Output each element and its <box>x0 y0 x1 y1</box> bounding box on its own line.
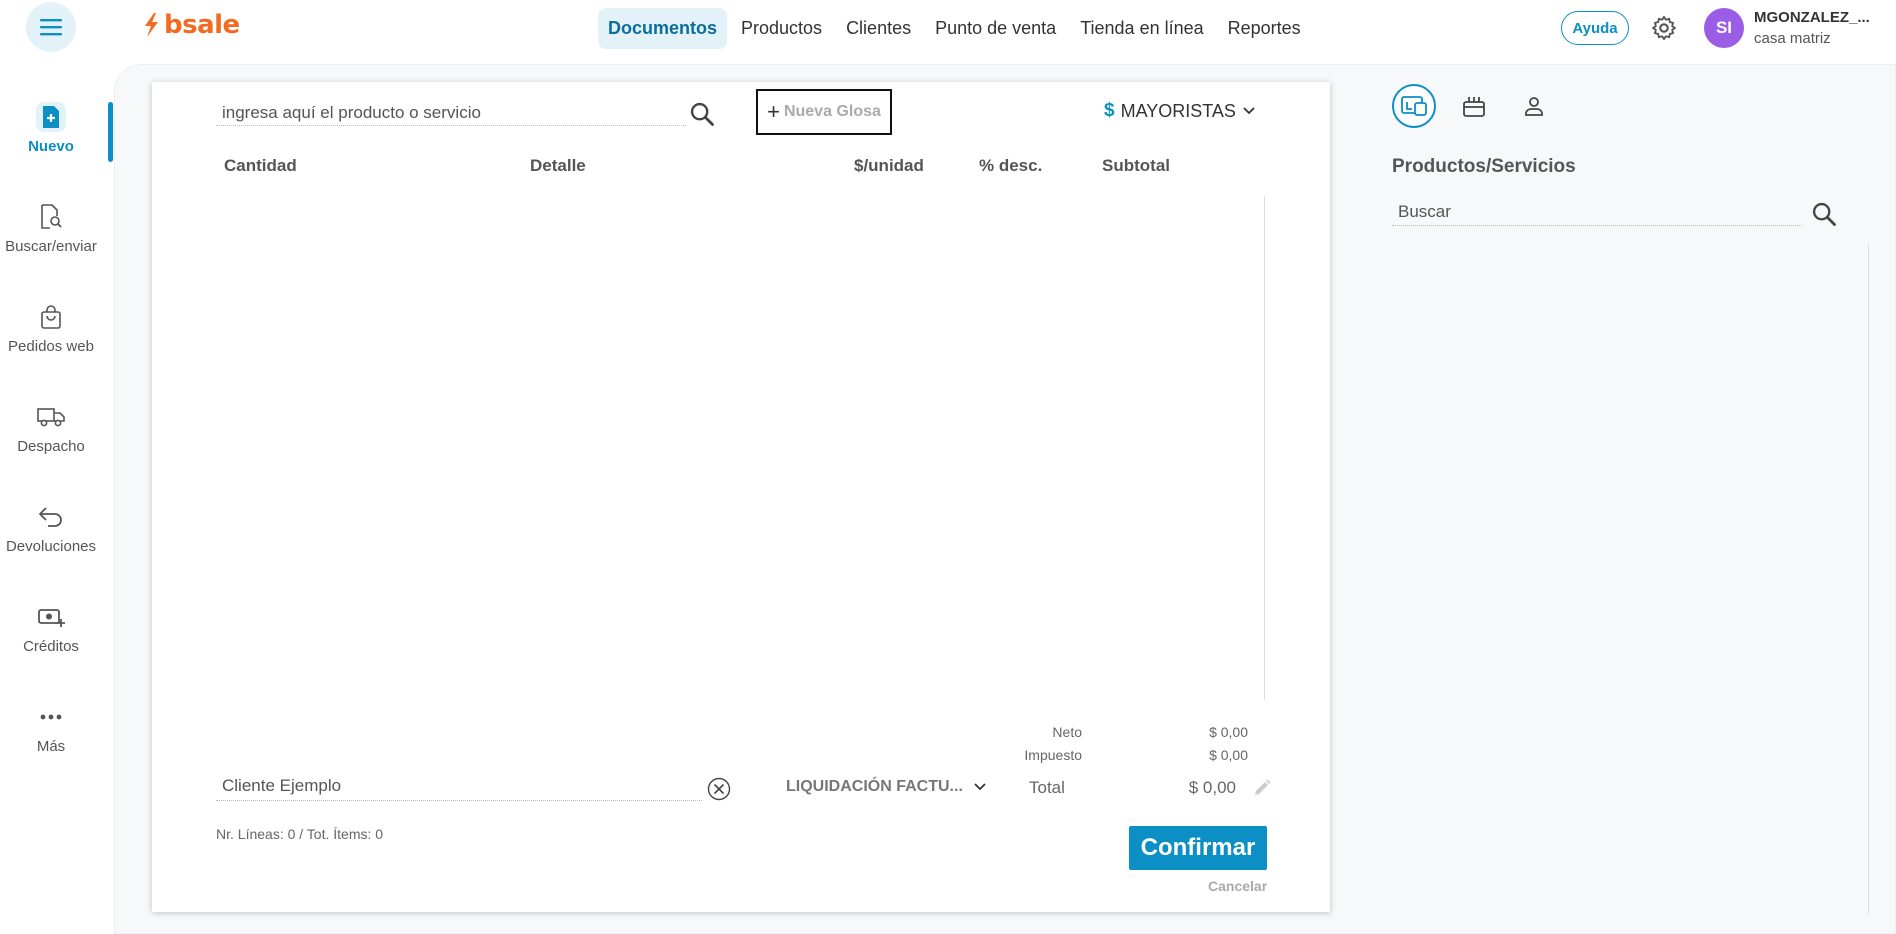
product-catalog-icon <box>1401 96 1427 116</box>
neto-label: Neto <box>1052 724 1082 740</box>
nav-clientes[interactable]: Clientes <box>836 8 921 49</box>
total-value: $ 0,00 <box>1188 778 1236 797</box>
nav-reportes[interactable]: Reportes <box>1218 8 1311 49</box>
line-count: Nr. Líneas: 0 / Tot. Ítems: 0 <box>216 826 384 842</box>
price-list-label: MAYORISTAS <box>1120 100 1236 121</box>
impuesto-label: Impuesto <box>1024 747 1082 763</box>
gear-icon[interactable] <box>1650 14 1678 42</box>
column-header-cantidad: Cantidad <box>224 156 297 175</box>
tab-promotions[interactable] <box>1452 84 1496 128</box>
dollar-icon: $ <box>1104 100 1115 121</box>
sidebar-item-label: Devoluciones <box>5 538 97 555</box>
confirm-button[interactable]: Confirmar <box>1129 826 1267 870</box>
help-button[interactable]: Ayuda <box>1561 11 1629 45</box>
hamburger-icon <box>40 19 62 36</box>
products-search-input[interactable]: Buscar <box>1392 202 1802 226</box>
cancel-link[interactable]: Cancelar <box>1208 878 1267 894</box>
document-type-selector[interactable]: LIQUIDACIÓN FACTU... <box>786 778 987 796</box>
new-gloss-label: Nueva Glosa <box>783 103 881 120</box>
price-list-selector[interactable]: $ MAYORISTAS <box>1104 100 1256 122</box>
brand-logo[interactable]: bsale <box>142 10 240 40</box>
sidebar-item-buscar-enviar[interactable]: Buscar/enviar <box>0 202 102 255</box>
search-document-icon <box>41 204 62 229</box>
pencil-icon[interactable] <box>1252 778 1272 798</box>
sidebar-item-label: Créditos <box>23 638 79 655</box>
sidebar-item-pedidos-web[interactable]: Pedidos web <box>0 302 102 355</box>
shopping-bag-icon <box>41 305 61 329</box>
impuesto-value: $ 0,00 <box>1209 747 1248 763</box>
neto-value: $ 0,00 <box>1209 724 1248 740</box>
return-arrow-icon <box>39 507 62 527</box>
new-gloss-button[interactable]: + Nueva Glosa <box>756 89 892 135</box>
sidebar-item-despacho[interactable]: Despacho <box>0 402 102 455</box>
tab-client[interactable] <box>1512 84 1556 128</box>
client-input[interactable]: Cliente Ejemplo <box>216 776 702 801</box>
nav-productos[interactable]: Productos <box>731 8 832 49</box>
more-dots-icon <box>40 714 62 720</box>
bolt-logo-icon <box>145 13 158 37</box>
search-icon[interactable] <box>1810 200 1838 228</box>
gift-box-icon <box>1463 97 1485 117</box>
sidebar-item-devoluciones[interactable]: Devoluciones <box>0 502 102 555</box>
sidebar-item-label: Buscar/enviar <box>5 238 97 255</box>
products-panel-scrollbar[interactable] <box>1868 244 1869 914</box>
nav-punto-de-venta[interactable]: Punto de venta <box>925 8 1066 49</box>
logo-text: bsale <box>164 10 240 40</box>
nav-tienda-en-linea[interactable]: Tienda en línea <box>1070 8 1213 49</box>
nav-documentos[interactable]: Documentos <box>598 8 728 49</box>
search-icon[interactable] <box>688 100 716 128</box>
sidebar-active-indicator <box>108 102 113 162</box>
column-header-detalle: Detalle <box>530 156 586 175</box>
hamburger-menu-button[interactable] <box>26 2 76 52</box>
sidebar-item-nuevo[interactable]: Nuevo <box>0 102 102 155</box>
column-header-discount: % desc. <box>979 156 1043 175</box>
product-search-input[interactable]: ingresa aquí el producto o servicio <box>216 102 686 126</box>
person-icon <box>1525 97 1543 116</box>
cash-plus-icon <box>38 609 65 627</box>
document-type-label: LIQUIDACIÓN FACTU... <box>786 778 963 795</box>
new-document-icon <box>43 106 59 128</box>
sidebar-item-label: Más <box>36 738 66 755</box>
user-name[interactable]: MGONZALEZ_... <box>1754 9 1870 26</box>
truck-icon <box>37 408 65 427</box>
user-branch: casa matriz <box>1754 30 1831 47</box>
sidebar-item-mas[interactable]: Más <box>0 702 102 755</box>
top-bar: bsale Documentos Productos Clientes Punt… <box>0 0 1896 56</box>
chevron-down-icon <box>1243 107 1255 115</box>
sidebar-item-label: Despacho <box>17 438 85 455</box>
main-nav: Documentos Productos Clientes Punto de v… <box>598 8 1311 49</box>
products-panel-title: Productos/Servicios <box>1392 156 1576 177</box>
chevron-down-icon <box>974 783 986 791</box>
sidebar-item-label: Pedidos web <box>8 338 94 355</box>
lines-area-scrollbar[interactable] <box>1264 196 1265 700</box>
sidebar-item-creditos[interactable]: Créditos <box>0 602 102 655</box>
column-header-unit-price: $/unidad <box>854 156 924 175</box>
avatar[interactable]: SI <box>1704 8 1744 48</box>
sidebar: Nuevo Buscar/enviar Pedidos web Despacho… <box>0 60 110 934</box>
clear-circle-icon[interactable] <box>707 777 731 801</box>
plus-icon: + <box>767 99 780 124</box>
tab-products[interactable] <box>1392 84 1436 128</box>
sidebar-item-label: Nuevo <box>28 138 74 155</box>
column-header-subtotal: Subtotal <box>1102 156 1170 175</box>
total-label: Total <box>1029 778 1065 797</box>
